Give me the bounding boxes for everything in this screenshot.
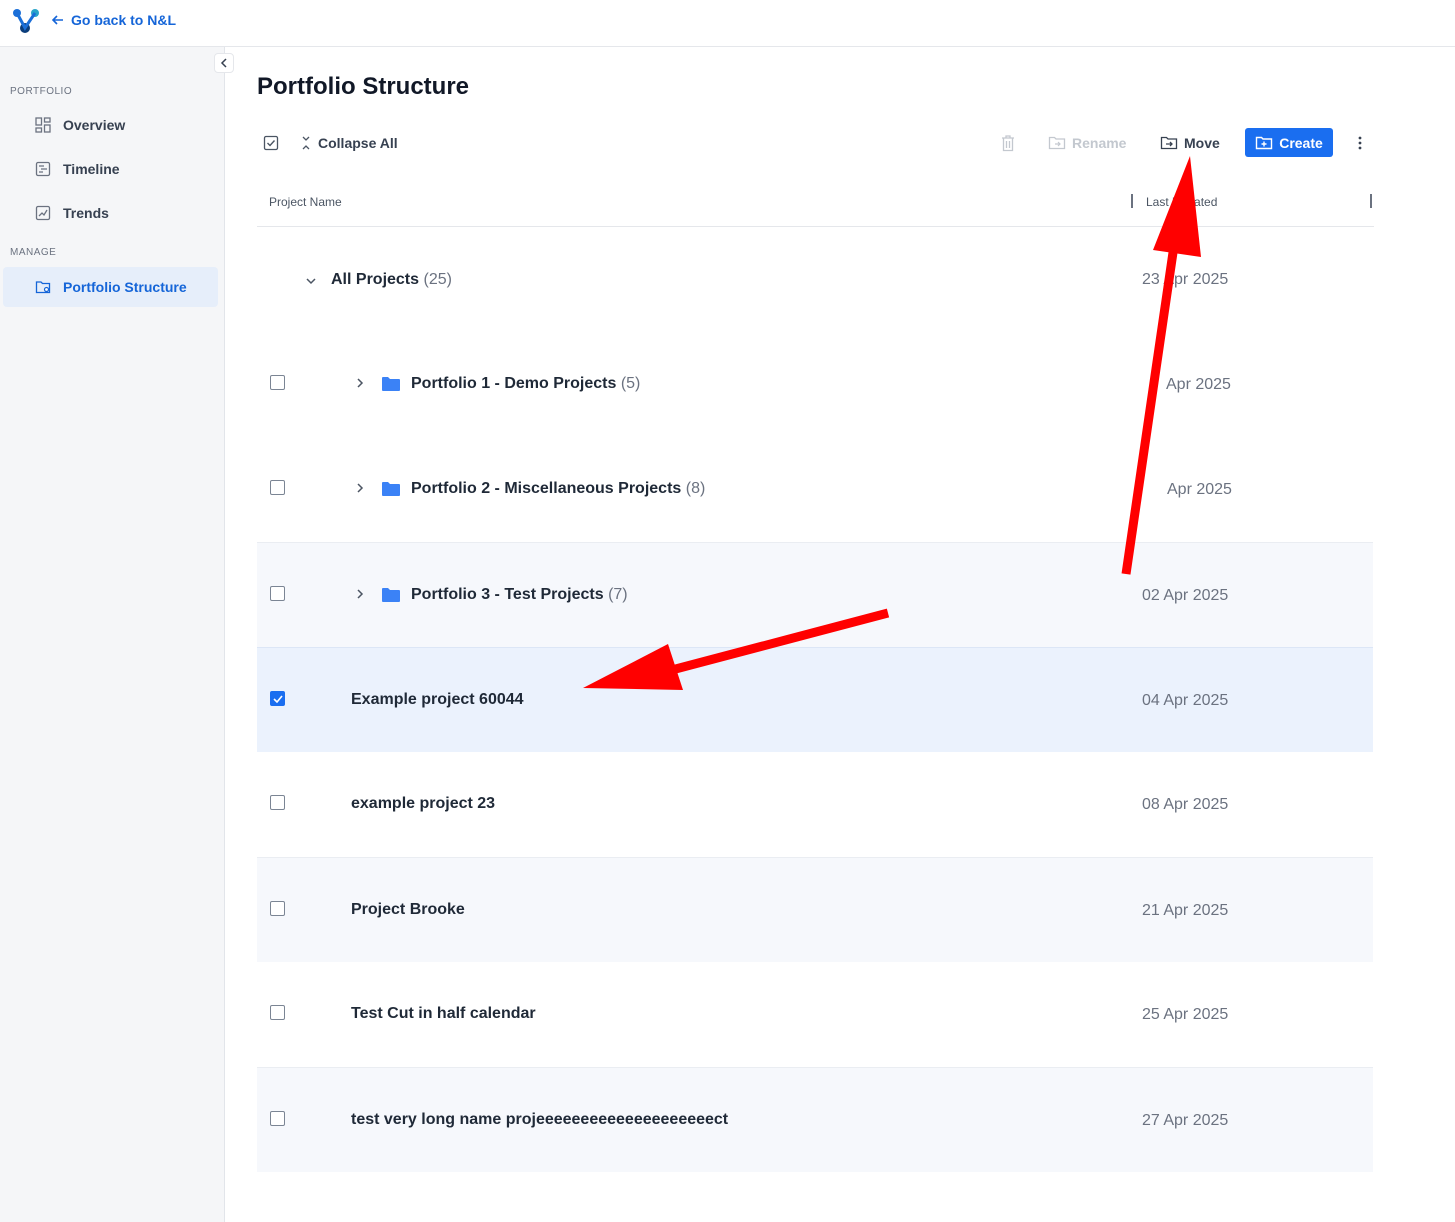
row-date: Apr 2025: [1167, 481, 1232, 498]
tree-row-label: All Projects (25): [331, 271, 452, 289]
root-label: All Projects: [331, 271, 420, 288]
back-link-label: Go back to N&L: [71, 12, 177, 28]
column-header-last-updated[interactable]: Last Updated: [1146, 195, 1217, 209]
collapse-sidebar-button[interactable]: [214, 53, 234, 73]
table-row[interactable]: Portfolio 3 - Test Projects (7) 02 Apr 2…: [257, 542, 1373, 647]
row-label: example project 23: [351, 795, 496, 812]
sidebar-item-portfolio-structure[interactable]: Portfolio Structure: [3, 267, 218, 307]
tree-row-label: Portfolio 1 - Demo Projects (5): [411, 375, 640, 393]
checkbox-checked-icon: [263, 135, 279, 151]
sidebar-section-manage: MANAGE: [10, 247, 57, 258]
root-count: (25): [423, 271, 452, 288]
row-label: Example project 60044: [351, 691, 524, 708]
chevron-right-icon[interactable]: [354, 377, 366, 389]
row-checkbox[interactable]: [270, 1111, 285, 1126]
column-resize-handle[interactable]: [1370, 194, 1372, 208]
table-row[interactable]: Portfolio 1 - Demo Projects (5) Apr 2025: [257, 332, 1373, 437]
table-row[interactable]: example project 23 08 Apr 2025: [257, 752, 1373, 857]
chevron-left-icon: [220, 58, 227, 68]
folder-rename-icon: [1048, 136, 1066, 150]
column-resize-handle[interactable]: [1131, 194, 1133, 208]
more-options-button[interactable]: [1352, 134, 1368, 152]
folder-icon: [382, 588, 400, 602]
chevron-right-icon[interactable]: [354, 588, 366, 600]
row-date: 04 Apr 2025: [1142, 692, 1229, 709]
create-label: Create: [1279, 134, 1323, 151]
collapse-icon: [302, 136, 310, 150]
row-checkbox[interactable]: [270, 1005, 285, 1020]
collapse-all-button[interactable]: Collapse All: [300, 135, 398, 151]
row-checkbox[interactable]: [270, 586, 285, 601]
row-date: 02 Apr 2025: [1142, 587, 1229, 604]
table-row-selected[interactable]: Example project 60044 04 Apr 2025: [257, 647, 1373, 752]
move-button[interactable]: Move: [1160, 135, 1220, 151]
create-button[interactable]: Create: [1245, 128, 1333, 157]
folder-plus-icon: [1256, 136, 1273, 149]
page-title: Portfolio Structure: [257, 73, 470, 100]
row-date: Apr 2025: [1166, 376, 1231, 393]
rename-button[interactable]: Rename: [1048, 135, 1126, 151]
chevron-right-icon[interactable]: [354, 482, 366, 494]
sidebar-item-overview[interactable]: Overview: [3, 105, 218, 145]
row-label: test very long name projeeeeeeeeeeeeeeee…: [351, 1111, 729, 1128]
sidebar-item-timeline[interactable]: Timeline: [3, 149, 218, 189]
row-checkbox-checked[interactable]: [270, 691, 285, 706]
table-row[interactable]: Portfolio 2 - Miscellaneous Projects (8)…: [257, 437, 1373, 542]
sidebar-item-label: Timeline: [63, 161, 120, 177]
table-row[interactable]: Test Cut in half calendar 25 Apr 2025: [257, 962, 1373, 1067]
grid-icon: [35, 117, 51, 133]
tree-row-label: Portfolio 2 - Miscellaneous Projects (8): [411, 480, 705, 498]
trash-icon: [1002, 135, 1014, 152]
chevron-down-icon[interactable]: [305, 275, 317, 287]
tree-row-label: Portfolio 3 - Test Projects (7): [411, 586, 628, 604]
table-row[interactable]: test very long name projeeeeeeeeeeeeeeee…: [257, 1067, 1373, 1172]
column-header-project-name[interactable]: Project Name: [269, 195, 342, 209]
trend-chart-icon: [35, 205, 51, 221]
row-count: (7): [608, 586, 628, 603]
tree-row-root[interactable]: All Projects (25) 23 Apr 2025: [257, 227, 1373, 332]
folder-move-icon: [1160, 136, 1178, 150]
sidebar-item-trends[interactable]: Trends: [3, 193, 218, 233]
row-checkbox[interactable]: [270, 480, 285, 495]
move-label: Move: [1184, 135, 1220, 151]
sidebar-item-label: Trends: [63, 205, 109, 221]
row-label: Portfolio 3 - Test Projects: [411, 586, 604, 603]
row-checkbox[interactable]: [270, 375, 285, 390]
row-count: (5): [620, 375, 641, 392]
folder-icon: [382, 482, 400, 496]
row-date: 08 Apr 2025: [1142, 796, 1229, 813]
row-date: 25 Apr 2025: [1142, 1006, 1229, 1023]
table-row[interactable]: Project Brooke 21 Apr 2025: [257, 857, 1373, 962]
row-date: 21 Apr 2025: [1142, 902, 1229, 919]
row-date: 27 Apr 2025: [1142, 1112, 1229, 1129]
row-label: Project Brooke: [351, 901, 465, 918]
folder-settings-icon: [35, 281, 51, 294]
sidebar-item-label: Portfolio Structure: [63, 279, 187, 295]
row-count: (8): [685, 480, 706, 497]
back-link[interactable]: Go back to N&L: [51, 12, 176, 28]
delete-button[interactable]: [1000, 134, 1016, 152]
checkmark-icon: [272, 694, 283, 703]
row-label: Test Cut in half calendar: [351, 1005, 536, 1022]
row-checkbox[interactable]: [270, 901, 285, 916]
sidebar-section-portfolio: PORTFOLIO: [10, 86, 73, 97]
row-label: Portfolio 2 - Miscellaneous Projects: [411, 480, 682, 497]
sidebar: PORTFOLIO Overview Timeline Trends MANAG…: [0, 47, 225, 1222]
row-date: 23 Apr 2025: [1142, 271, 1229, 288]
rename-label: Rename: [1072, 135, 1127, 151]
timeline-icon: [35, 161, 51, 177]
select-all-checkbox[interactable]: [263, 135, 279, 151]
sidebar-item-label: Overview: [63, 117, 126, 133]
more-vertical-icon: [1358, 136, 1362, 150]
app-logo-icon[interactable]: [11, 8, 41, 34]
row-label: Portfolio 1 - Demo Projects: [411, 375, 617, 392]
top-bar: Go back to N&L: [0, 0, 1455, 47]
row-checkbox[interactable]: [270, 795, 285, 810]
arrow-left-icon: [51, 15, 63, 25]
folder-icon: [382, 377, 400, 391]
collapse-all-label: Collapse All: [318, 135, 398, 151]
